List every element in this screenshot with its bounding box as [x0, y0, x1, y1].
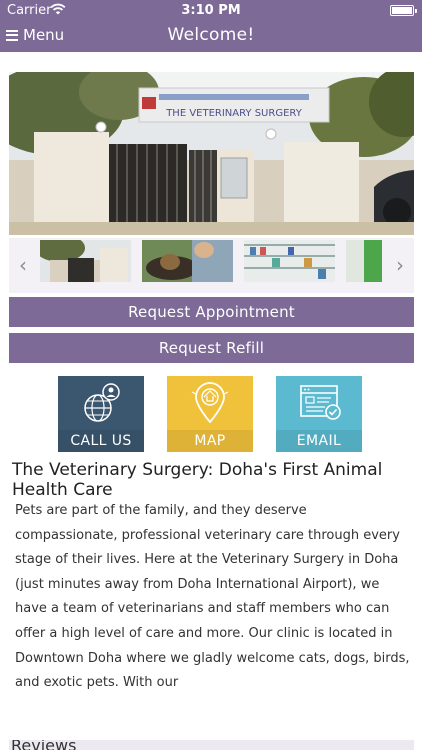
thumbnail-building[interactable] [40, 240, 131, 282]
reviews-label: Reviews [11, 740, 77, 750]
call-us-tile[interactable]: CALL US [58, 376, 144, 452]
request-appointment-button[interactable]: Request Appointment [9, 297, 414, 327]
map-pin-icon [191, 382, 229, 424]
email-tile[interactable]: EMAIL [276, 376, 362, 452]
nav-bar: Menu Welcome! [0, 22, 422, 52]
email-window-icon [300, 385, 341, 420]
hero-sign-text: THE VETERINARY SURGERY [165, 108, 303, 119]
thumbnail-pharmacy[interactable] [244, 240, 335, 282]
email-label: EMAIL [276, 430, 362, 452]
globe-phone-icon [84, 383, 120, 422]
top-bar: Carrier 3:10 PM Menu Welcome! [0, 0, 422, 52]
article-body: Pets are part of the family, and they de… [15, 503, 410, 691]
reviews-section-header: Reviews [9, 740, 414, 750]
map-label: MAP [167, 430, 253, 452]
battery-icon [390, 5, 417, 16]
status-time: 3:10 PM [181, 3, 241, 18]
page-title: Welcome! [167, 25, 255, 45]
carousel-next-button[interactable]: › [389, 252, 411, 278]
thumbnail-partial[interactable] [346, 240, 382, 282]
article-title: The Veterinary Surgery: Doha's First Ani… [12, 460, 383, 500]
request-refill-button[interactable]: Request Refill [9, 333, 414, 363]
carousel-prev-button[interactable]: ‹ [12, 252, 34, 278]
status-bar: Carrier 3:10 PM [0, 0, 422, 22]
hero-image: THE VETERINARY SURGERY [9, 72, 414, 235]
thumbnail-carousel: ‹ › [9, 238, 414, 293]
thumbnail-dog[interactable] [142, 240, 233, 282]
call-us-label: CALL US [58, 430, 144, 452]
map-tile[interactable]: MAP [167, 376, 253, 452]
